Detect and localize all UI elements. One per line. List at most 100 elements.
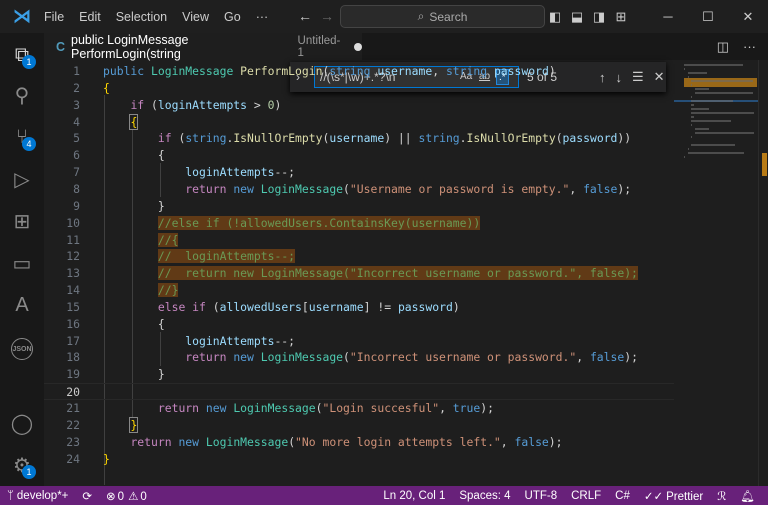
- code-line[interactable]: 10 //else if (!allowedUsers.ContainsKey(…: [44, 215, 674, 232]
- json-icon[interactable]: JSON: [0, 329, 44, 369]
- customize-layout-icon[interactable]: ⊞: [610, 9, 632, 25]
- code-line[interactable]: 13 // return new LoginMessage("Incorrect…: [44, 265, 674, 282]
- toggle-secondary-sidebar-icon[interactable]: ◨: [588, 9, 610, 25]
- menu-go[interactable]: Go: [224, 10, 241, 24]
- settings-gear-icon[interactable]: ⚙ 1: [0, 445, 44, 485]
- vertical-scrollbar[interactable]: [758, 60, 768, 486]
- code-token: return: [185, 181, 234, 196]
- menu-selection[interactable]: Selection: [116, 10, 167, 24]
- tab-description: Untitled-1: [297, 34, 341, 59]
- indentation[interactable]: Spaces: 4: [459, 490, 510, 502]
- code-line[interactable]: 16 {: [44, 316, 674, 333]
- maximize-button[interactable]: ☐: [688, 9, 728, 25]
- code-token: //{: [157, 232, 179, 247]
- split-editor-icon[interactable]: ◫: [717, 39, 729, 54]
- back-arrow-icon[interactable]: ←: [298, 8, 312, 24]
- search-icon[interactable]: ⚲: [0, 75, 44, 115]
- code-line[interactable]: 4 {: [44, 113, 674, 131]
- menu-more[interactable]: ···: [256, 10, 269, 24]
- code-token: {: [103, 148, 165, 163]
- unsaved-dot-icon[interactable]: [354, 42, 362, 51]
- explorer-icon[interactable]: ⧉ 1: [0, 35, 44, 75]
- code-line[interactable]: 6 {: [44, 147, 674, 164]
- code-line[interactable]: 20: [44, 383, 674, 401]
- editor-tab[interactable]: C public LoginMessage PerformLogin(strin…: [44, 33, 362, 61]
- minimize-button[interactable]: ─: [648, 9, 688, 24]
- code-token: {: [103, 80, 110, 95]
- feedback-icon[interactable]: ℛ: [717, 489, 726, 503]
- menu-edit[interactable]: Edit: [79, 10, 101, 24]
- toggle-panel-icon[interactable]: ⬓: [566, 9, 588, 25]
- notifications-bell-icon[interactable]: 🔔︎: [740, 489, 755, 503]
- code-editor[interactable]: › //(\s*|\w)+.*?\n Aa ab .* 5 of 5 ↑ ↓ ☰…: [44, 60, 768, 486]
- menu-file[interactable]: File: [44, 10, 64, 24]
- menu-view[interactable]: View: [182, 10, 209, 24]
- more-actions-icon[interactable]: ···: [743, 39, 756, 54]
- line-number: 4: [73, 114, 80, 129]
- code-line[interactable]: 17 loginAttempts--;: [44, 333, 674, 350]
- minimap-line: [691, 144, 736, 146]
- azure-icon[interactable]: A: [0, 285, 44, 325]
- code-line[interactable]: 22 }: [44, 416, 674, 434]
- code-token: return: [185, 350, 234, 365]
- tab-bar: C public LoginMessage PerformLogin(strin…: [44, 33, 768, 61]
- code-line[interactable]: 15 else if (allowedUsers[username] != pa…: [44, 299, 674, 316]
- code-line[interactable]: 14 //}: [44, 282, 674, 299]
- source-control-icon[interactable]: ⑂ 4: [0, 117, 44, 157]
- account-icon[interactable]: ◯: [0, 403, 44, 443]
- error-icon: ⊗: [106, 490, 116, 503]
- minimap-line: [694, 92, 754, 94]
- code-token: allowedUsers: [219, 299, 302, 314]
- language-mode[interactable]: C#: [615, 490, 630, 502]
- minimap-line: [691, 120, 731, 122]
- code-text: if (loginAttempts > 0): [103, 97, 281, 114]
- code-line[interactable]: 5 if (string.IsNullOrEmpty(username) || …: [44, 130, 674, 147]
- code-token: false: [589, 350, 625, 365]
- code-text: {: [103, 316, 165, 333]
- code-token: new: [233, 350, 261, 365]
- code-line[interactable]: 12 // loginAttempts--;: [44, 248, 674, 265]
- terminal-icon[interactable]: ▭: [0, 243, 44, 283]
- code-line[interactable]: 3 if (loginAttempts > 0): [44, 97, 674, 114]
- line-number: 23: [66, 434, 80, 449]
- close-window-button[interactable]: ✕: [728, 9, 768, 25]
- run-debug-icon[interactable]: ▷: [0, 159, 44, 199]
- encoding[interactable]: UTF-8: [525, 490, 558, 502]
- code-line[interactable]: 11 //{: [44, 232, 674, 249]
- code-token: "Incorrect username or password.": [349, 350, 577, 365]
- formatter-name: Prettier: [666, 490, 704, 503]
- sync-icon[interactable]: ⟳: [82, 489, 92, 503]
- problems-status[interactable]: ⊗ 0 ⚠ 0: [106, 489, 147, 503]
- branch-status[interactable]: ᛘ develop*+: [7, 490, 68, 502]
- minimap[interactable]: [674, 60, 758, 486]
- line-number: 10: [66, 215, 80, 230]
- prettier-status[interactable]: ✓✓ Prettier: [644, 489, 703, 503]
- forward-arrow-icon[interactable]: →: [320, 8, 334, 24]
- code-line[interactable]: 21 return new LoginMessage("Login succes…: [44, 400, 674, 417]
- code-line[interactable]: 1 public LoginMessage PerformLogin(string…: [44, 63, 674, 80]
- cursor-position[interactable]: Ln 20, Col 1: [383, 490, 445, 502]
- code-line[interactable]: 2{: [44, 80, 674, 97]
- code-token: true: [452, 401, 481, 415]
- code-line[interactable]: 9 }: [44, 198, 674, 215]
- minimap-line: [684, 64, 744, 66]
- code-line[interactable]: 24}: [44, 451, 674, 468]
- code-line[interactable]: 19 }: [44, 366, 674, 383]
- extensions-icon[interactable]: ⊞: [0, 201, 44, 241]
- code-line[interactable]: 7 loginAttempts--;: [44, 164, 674, 181]
- code-token: LoginMessage: [260, 350, 344, 365]
- command-search-box[interactable]: ⌕ Search: [340, 5, 545, 28]
- code-token: );: [480, 401, 494, 415]
- end-of-line[interactable]: CRLF: [571, 490, 601, 502]
- code-line[interactable]: 8 return new LoginMessage("Username or p…: [44, 181, 674, 198]
- code-text: loginAttempts--;: [103, 164, 295, 181]
- code-token: >: [247, 97, 268, 112]
- code-line[interactable]: 23 return new LoginMessage("No more logi…: [44, 434, 674, 451]
- code-line[interactable]: 18 return new LoginMessage("Incorrect us…: [44, 349, 674, 366]
- code-token: if: [130, 97, 152, 112]
- code-token: --;: [274, 333, 296, 348]
- line-number: 7: [73, 165, 80, 180]
- toggle-sidebar-icon[interactable]: ◧: [544, 9, 566, 25]
